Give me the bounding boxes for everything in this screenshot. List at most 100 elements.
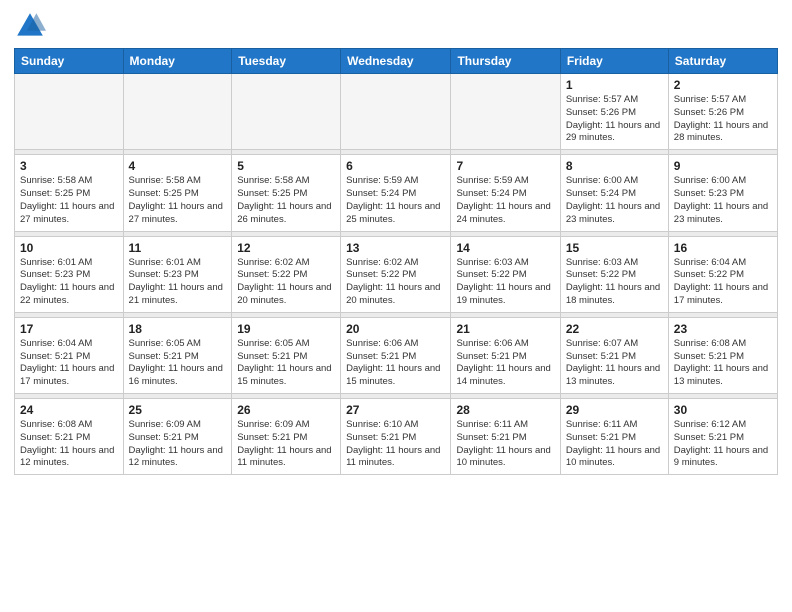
day-number: 29 (566, 403, 663, 417)
day-info: Sunrise: 6:09 AMSunset: 5:21 PMDaylight:… (237, 419, 335, 470)
day-number: 18 (129, 322, 227, 336)
day-number: 13 (346, 241, 445, 255)
day-info: Sunrise: 6:10 AMSunset: 5:21 PMDaylight:… (346, 419, 445, 470)
calendar-cell: 24Sunrise: 6:08 AMSunset: 5:21 PMDayligh… (15, 399, 124, 475)
week-row-4: 24Sunrise: 6:08 AMSunset: 5:21 PMDayligh… (15, 399, 778, 475)
calendar-cell: 25 Sunrise: 6:09 AMSunset: 5:21 PMDayligh… (123, 399, 232, 475)
calendar-cell (341, 74, 451, 150)
day-number: 17 (20, 322, 118, 336)
day-info: Sunrise: 6:03 AMSunset: 5:22 PMDaylight:… (456, 257, 554, 308)
day-info: Sunrise: 6:06 AMSunset: 5:21 PMDaylight:… (456, 338, 554, 389)
calendar-cell: 5Sunrise: 5:58 AMSunset: 5:25 PMDaylight… (232, 155, 341, 231)
day-info: Sunrise: 6:04 AMSunset: 5:22 PMDaylight:… (674, 257, 772, 308)
day-number: 7 (456, 159, 554, 173)
day-number: 23 (674, 322, 772, 336)
day-info: Sunrise: 5:58 AMSunset: 5:25 PMDaylight:… (237, 175, 335, 226)
calendar-cell: 23 Sunrise: 6:08 AMSunset: 5:21 PMDayligh… (668, 317, 777, 393)
day-info: Sunrise: 5:59 AMSunset: 5:24 PMDaylight:… (346, 175, 445, 226)
calendar-cell: 1 Sunrise: 5:57 AMSunset: 5:26 PMDaylight… (560, 74, 668, 150)
day-number: 21 (456, 322, 554, 336)
day-info: Sunrise: 6:05 AMSunset: 5:21 PMDaylight:… (129, 338, 227, 389)
calendar-cell: 15 Sunrise: 6:03 AMSunset: 5:22 PMDayligh… (560, 236, 668, 312)
calendar-cell (232, 74, 341, 150)
day-info: Sunrise: 6:03 AMSunset: 5:22 PMDaylight:… (566, 257, 663, 308)
calendar-cell: 18 Sunrise: 6:05 AMSunset: 5:21 PMDayligh… (123, 317, 232, 393)
day-info: Sunrise: 6:02 AMSunset: 5:22 PMDaylight:… (346, 257, 445, 308)
day-info: Sunrise: 6:01 AMSunset: 5:23 PMDaylight:… (129, 257, 227, 308)
calendar: SundayMondayTuesdayWednesdayThursdayFrid… (14, 48, 778, 475)
calendar-cell: 7 Sunrise: 5:59 AMSunset: 5:24 PMDaylight… (451, 155, 560, 231)
weekday-header-sunday: Sunday (15, 49, 124, 74)
calendar-cell: 17 Sunrise: 6:04 AMSunset: 5:21 PMDayligh… (15, 317, 124, 393)
day-info: Sunrise: 6:04 AMSunset: 5:21 PMDaylight:… (20, 338, 118, 389)
day-info: Sunrise: 6:00 AMSunset: 5:23 PMDaylight:… (674, 175, 772, 226)
day-info: Sunrise: 6:07 AMSunset: 5:21 PMDaylight:… (566, 338, 663, 389)
calendar-cell (123, 74, 232, 150)
calendar-cell: 19 Sunrise: 6:05 AMSunset: 5:21 PMDayligh… (232, 317, 341, 393)
day-number: 24 (20, 403, 118, 417)
calendar-cell: 14Sunrise: 6:03 AMSunset: 5:22 PMDayligh… (451, 236, 560, 312)
day-info: Sunrise: 5:57 AMSunset: 5:26 PMDaylight:… (566, 94, 663, 145)
day-number: 2 (674, 78, 772, 92)
day-info: Sunrise: 6:06 AMSunset: 5:21 PMDaylight:… (346, 338, 445, 389)
calendar-cell: 11 Sunrise: 6:01 AMSunset: 5:23 PMDayligh… (123, 236, 232, 312)
day-info: Sunrise: 5:57 AMSunset: 5:26 PMDaylight:… (674, 94, 772, 145)
day-info: Sunrise: 6:09 AMSunset: 5:21 PMDaylight:… (129, 419, 227, 470)
day-number: 30 (674, 403, 772, 417)
calendar-cell: 30Sunrise: 6:12 AMSunset: 5:21 PMDayligh… (668, 399, 777, 475)
calendar-cell: 4Sunrise: 5:58 AMSunset: 5:25 PMDaylight… (123, 155, 232, 231)
calendar-cell: 13 Sunrise: 6:02 AMSunset: 5:22 PMDayligh… (341, 236, 451, 312)
calendar-cell: 6 Sunrise: 5:59 AMSunset: 5:24 PMDaylight… (341, 155, 451, 231)
day-number: 19 (237, 322, 335, 336)
day-number: 26 (237, 403, 335, 417)
calendar-cell: 10 Sunrise: 6:01 AMSunset: 5:23 PMDayligh… (15, 236, 124, 312)
day-number: 12 (237, 241, 335, 255)
weekday-header-saturday: Saturday (668, 49, 777, 74)
calendar-cell: 3Sunrise: 5:58 AMSunset: 5:25 PMDaylight… (15, 155, 124, 231)
calendar-cell (451, 74, 560, 150)
calendar-cell: 16 Sunrise: 6:04 AMSunset: 5:22 PMDayligh… (668, 236, 777, 312)
day-number: 1 (566, 78, 663, 92)
day-info: Sunrise: 6:02 AMSunset: 5:22 PMDaylight:… (237, 257, 335, 308)
day-info: Sunrise: 6:11 AMSunset: 5:21 PMDaylight:… (566, 419, 663, 470)
day-number: 25 (129, 403, 227, 417)
calendar-cell: 26 Sunrise: 6:09 AMSunset: 5:21 PMDayligh… (232, 399, 341, 475)
day-number: 8 (566, 159, 663, 173)
calendar-cell: 22 Sunrise: 6:07 AMSunset: 5:21 PMDayligh… (560, 317, 668, 393)
calendar-cell: 12 Sunrise: 6:02 AMSunset: 5:22 PMDayligh… (232, 236, 341, 312)
day-info: Sunrise: 6:00 AMSunset: 5:24 PMDaylight:… (566, 175, 663, 226)
page: SundayMondayTuesdayWednesdayThursdayFrid… (0, 0, 792, 612)
day-number: 16 (674, 241, 772, 255)
week-row-2: 10 Sunrise: 6:01 AMSunset: 5:23 PMDayligh… (15, 236, 778, 312)
week-row-3: 17 Sunrise: 6:04 AMSunset: 5:21 PMDayligh… (15, 317, 778, 393)
day-number: 28 (456, 403, 554, 417)
day-info: Sunrise: 5:58 AMSunset: 5:25 PMDaylight:… (129, 175, 227, 226)
calendar-cell: 27 Sunrise: 6:10 AMSunset: 5:21 PMDayligh… (341, 399, 451, 475)
day-number: 27 (346, 403, 445, 417)
week-row-0: 1 Sunrise: 5:57 AMSunset: 5:26 PMDaylight… (15, 74, 778, 150)
calendar-cell: 20Sunrise: 6:06 AMSunset: 5:21 PMDayligh… (341, 317, 451, 393)
day-number: 11 (129, 241, 227, 255)
calendar-cell (15, 74, 124, 150)
day-info: Sunrise: 6:11 AMSunset: 5:21 PMDaylight:… (456, 419, 554, 470)
day-number: 15 (566, 241, 663, 255)
day-number: 9 (674, 159, 772, 173)
calendar-cell: 8 Sunrise: 6:00 AMSunset: 5:24 PMDaylight… (560, 155, 668, 231)
day-number: 6 (346, 159, 445, 173)
week-row-1: 3 Sunrise: 5:58 AMSunset: 5:25 PMDaylight… (15, 155, 778, 231)
day-info: Sunrise: 6:08 AMSunset: 5:21 PMDaylight:… (674, 338, 772, 389)
header (14, 10, 778, 42)
day-number: 3 (20, 159, 118, 173)
day-info: Sunrise: 5:59 AMSunset: 5:24 PMDaylight:… (456, 175, 554, 226)
weekday-header-monday: Monday (123, 49, 232, 74)
weekday-header-tuesday: Tuesday (232, 49, 341, 74)
calendar-cell: 9 Sunrise: 6:00 AMSunset: 5:23 PMDaylight… (668, 155, 777, 231)
calendar-cell: 28 Sunrise: 6:11 AMSunset: 5:21 PMDayligh… (451, 399, 560, 475)
day-info: Sunrise: 6:05 AMSunset: 5:21 PMDaylight:… (237, 338, 335, 389)
logo-icon (14, 10, 46, 42)
day-info: Sunrise: 6:01 AMSunset: 5:23 PMDaylight:… (20, 257, 118, 308)
day-number: 22 (566, 322, 663, 336)
day-number: 10 (20, 241, 118, 255)
weekday-header-friday: Friday (560, 49, 668, 74)
calendar-cell: 2 Sunrise: 5:57 AMSunset: 5:26 PMDaylight… (668, 74, 777, 150)
